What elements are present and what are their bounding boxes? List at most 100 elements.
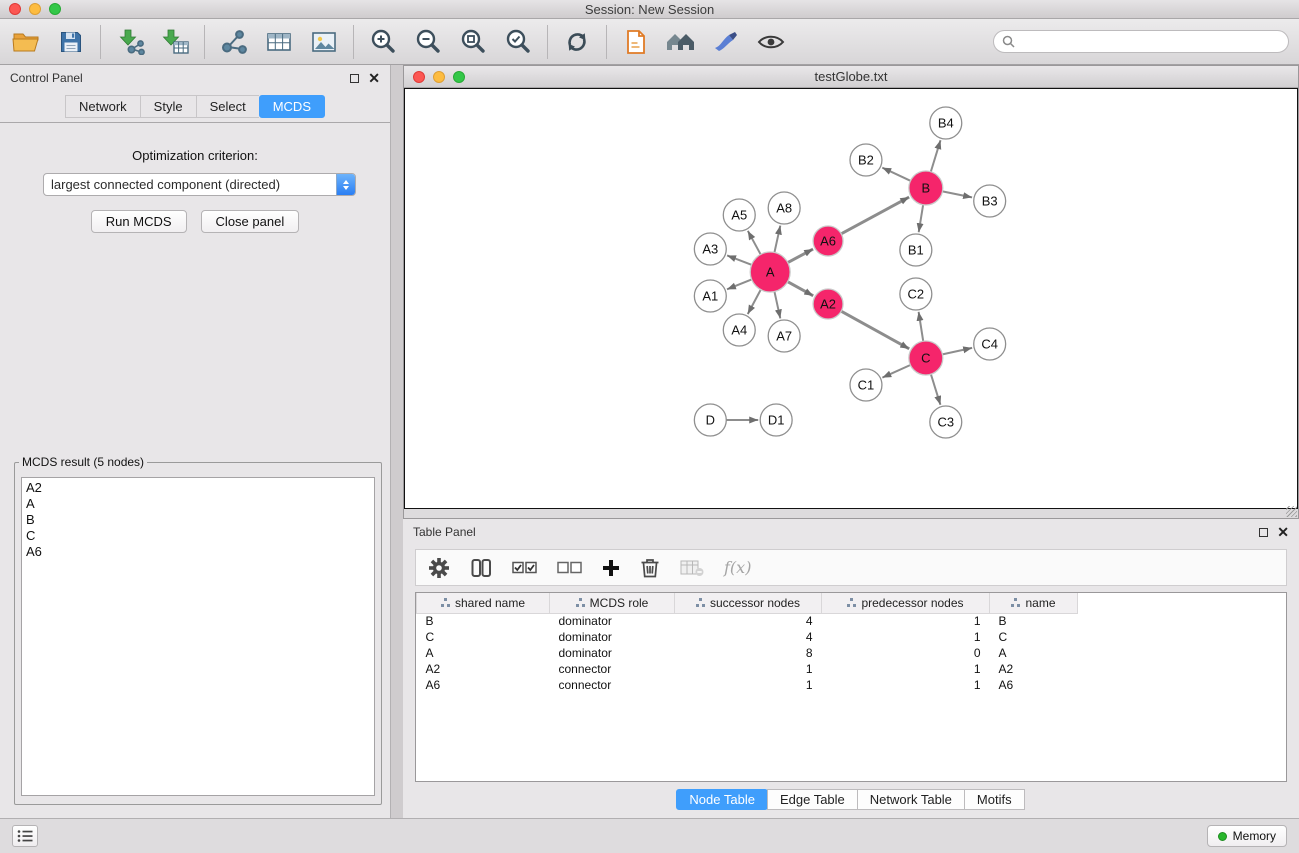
table-cell[interactable]: dominator — [550, 629, 675, 645]
column-header[interactable]: name — [990, 593, 1078, 613]
mcds-result-item[interactable]: A6 — [22, 544, 374, 560]
network-canvas[interactable]: B4B2BB3A5A8A6B1A3AC2A1A2A4A7C4CC1C3DD1 — [404, 88, 1298, 509]
table-cell[interactable]: connector — [550, 661, 675, 677]
zoom-in-button[interactable] — [367, 25, 399, 59]
table-row[interactable]: A2connector11A2 — [417, 661, 1096, 677]
task-history-button[interactable] — [12, 825, 38, 847]
table-cell[interactable]: C — [417, 629, 550, 645]
tab-network-table[interactable]: Network Table — [857, 789, 965, 810]
graph-edge[interactable] — [882, 168, 910, 181]
table-cell[interactable]: 4 — [675, 629, 822, 645]
network-graph[interactable]: B4B2BB3A5A8A6B1A3AC2A1A2A4A7C4CC1C3DD1 — [405, 89, 1297, 508]
table-row[interactable]: A6connector11A6 — [417, 677, 1096, 693]
table-cell[interactable]: B — [990, 613, 1078, 629]
table-cell[interactable]: 1 — [822, 629, 990, 645]
tab-edge-table[interactable]: Edge Table — [767, 789, 858, 810]
save-session-button[interactable] — [55, 25, 87, 59]
tab-mcds[interactable]: MCDS — [259, 95, 325, 118]
close-panel-icon[interactable]: ✕ — [368, 73, 380, 83]
graph-edge[interactable] — [919, 205, 923, 232]
optimization-criterion-dropdown[interactable]: largest connected component (directed) — [43, 173, 356, 196]
table-cell[interactable]: dominator — [550, 613, 675, 629]
new-network-button[interactable] — [218, 25, 250, 59]
tab-motifs[interactable]: Motifs — [964, 789, 1025, 810]
window-resize-grip[interactable] — [1286, 506, 1297, 517]
tab-network[interactable]: Network — [65, 95, 140, 118]
graph-edge[interactable] — [931, 140, 941, 172]
table-cell[interactable]: 1 — [822, 677, 990, 693]
home-button[interactable] — [665, 25, 697, 59]
close-table-panel-icon[interactable]: ✕ — [1277, 527, 1289, 537]
run-mcds-button[interactable]: Run MCDS — [91, 210, 187, 233]
paint-style-button[interactable] — [710, 25, 742, 59]
table-cell[interactable]: 1 — [822, 613, 990, 629]
import-network-button[interactable] — [114, 25, 146, 59]
table-cell[interactable]: C — [990, 629, 1078, 645]
table-row[interactable]: Bdominator41B — [417, 613, 1096, 629]
memory-button[interactable]: Memory — [1207, 825, 1287, 847]
table-cell[interactable]: connector — [550, 677, 675, 693]
tab-style[interactable]: Style — [140, 95, 196, 118]
column-header[interactable]: shared name — [417, 593, 550, 613]
graph-edge[interactable] — [748, 231, 761, 255]
table-cell[interactable]: 4 — [675, 613, 822, 629]
table-row[interactable]: Cdominator41C — [417, 629, 1096, 645]
table-cell[interactable]: 8 — [675, 645, 822, 661]
graph-edge[interactable] — [942, 348, 972, 355]
float-panel-icon[interactable] — [350, 74, 359, 83]
table-cell[interactable]: 0 — [822, 645, 990, 661]
table-cell[interactable]: A6 — [417, 677, 550, 693]
table-cell[interactable]: A — [417, 645, 550, 661]
graph-edge[interactable] — [841, 197, 909, 234]
graph-edge[interactable] — [727, 255, 751, 264]
column-header[interactable]: successor nodes — [675, 593, 822, 613]
mcds-result-item[interactable]: A — [22, 496, 374, 512]
graph-edge[interactable] — [774, 292, 780, 319]
table-cell[interactable]: dominator — [550, 645, 675, 661]
mcds-result-item[interactable]: B — [22, 512, 374, 528]
table-cell[interactable]: 1 — [675, 677, 822, 693]
zoom-out-button[interactable] — [412, 25, 444, 59]
float-table-panel-icon[interactable] — [1259, 528, 1268, 537]
column-header[interactable]: MCDS role — [550, 593, 675, 613]
create-column-button[interactable] — [602, 559, 620, 577]
open-file-button[interactable] — [10, 25, 42, 59]
graph-edge[interactable] — [931, 374, 941, 405]
graph-edge[interactable] — [727, 279, 752, 289]
graph-edge[interactable] — [774, 226, 780, 253]
graph-edge[interactable] — [919, 312, 924, 341]
delete-column-button[interactable] — [640, 557, 660, 579]
graph-edge[interactable] — [942, 191, 972, 197]
zoom-selected-button[interactable] — [502, 25, 534, 59]
zoom-fit-button[interactable] — [457, 25, 489, 59]
table-settings-button[interactable] — [428, 557, 450, 579]
close-panel-button[interactable]: Close panel — [201, 210, 300, 233]
graph-edge[interactable] — [882, 365, 910, 378]
mcds-result-item[interactable]: C — [22, 528, 374, 544]
table-cell[interactable]: A — [990, 645, 1078, 661]
graph-edge[interactable] — [788, 249, 813, 263]
tab-node-table[interactable]: Node Table — [676, 789, 768, 810]
graph-edge[interactable] — [841, 311, 909, 349]
refresh-network-button[interactable] — [561, 25, 593, 59]
export-image-button[interactable] — [308, 25, 340, 59]
graph-edge[interactable] — [788, 282, 814, 296]
column-header[interactable]: predecessor nodes — [822, 593, 990, 613]
unselect-all-button[interactable] — [557, 561, 582, 575]
table-cell[interactable]: B — [417, 613, 550, 629]
new-table-button[interactable] — [263, 25, 295, 59]
select-all-button[interactable] — [512, 561, 537, 575]
table-cell[interactable]: 1 — [675, 661, 822, 677]
manage-session-button[interactable] — [620, 25, 652, 59]
table-cell[interactable]: A2 — [417, 661, 550, 677]
table-cell[interactable]: A2 — [990, 661, 1078, 677]
table-row[interactable]: Adominator80A — [417, 645, 1096, 661]
import-table-button[interactable] — [159, 25, 191, 59]
hide-panel-button[interactable] — [755, 25, 787, 59]
show-columns-button[interactable] — [470, 557, 492, 579]
table-cell[interactable]: A6 — [990, 677, 1078, 693]
table-cell[interactable]: 1 — [822, 661, 990, 677]
tab-select[interactable]: Select — [196, 95, 259, 118]
graph-edge[interactable] — [748, 290, 761, 314]
mcds-result-item[interactable]: A2 — [22, 480, 374, 496]
